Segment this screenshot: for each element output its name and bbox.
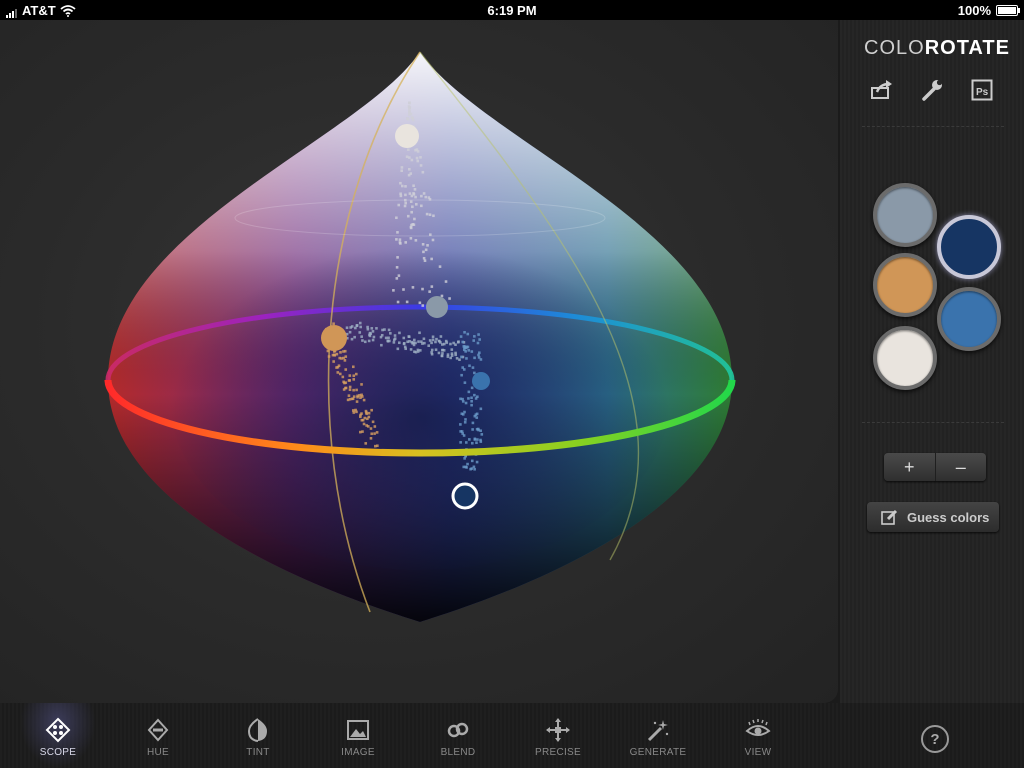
- color-space-canvas[interactable]: [0, 20, 838, 703]
- tab-blend[interactable]: BLEND: [420, 703, 496, 768]
- tab-view[interactable]: VIEW: [720, 703, 796, 768]
- add-remove-group: + –: [884, 453, 986, 481]
- tab-label: BLEND: [440, 747, 476, 758]
- bottom-toolbar: SCOPE HUE TINT IMAGE BLEND PRECISE GENERATE VIE…: [0, 703, 1024, 768]
- tint-icon: [247, 718, 267, 742]
- status-bar: AT&T 6:19 PM 100%: [0, 0, 1024, 20]
- color-solid[interactable]: [0, 20, 838, 703]
- photoshop-export-icon[interactable]: Ps: [970, 78, 994, 102]
- tab-image[interactable]: IMAGE: [320, 703, 396, 768]
- view-icon: [745, 719, 771, 736]
- swatch-off-white[interactable]: [873, 326, 937, 390]
- scope-icon: [45, 717, 71, 743]
- divider: [862, 126, 1004, 127]
- tab-precise[interactable]: PRECISE: [520, 703, 596, 768]
- generate-icon: [647, 720, 669, 742]
- remove-color-button[interactable]: –: [934, 453, 986, 481]
- tab-label: SCOPE: [39, 747, 77, 758]
- precise-icon: [546, 718, 570, 742]
- guess-colors-label: Guess colors: [907, 509, 990, 525]
- swatch-tan-orange[interactable]: [873, 253, 937, 317]
- marker-navy[interactable]: [451, 482, 479, 510]
- marker-slate-gray[interactable]: [426, 296, 448, 318]
- swatch-navy[interactable]: [937, 215, 1001, 279]
- add-color-button[interactable]: +: [884, 453, 935, 481]
- svg-text:Ps: Ps: [976, 87, 989, 98]
- tab-generate[interactable]: GENERATE: [620, 703, 696, 768]
- wrench-icon[interactable]: [920, 78, 944, 102]
- edit-icon: [881, 509, 898, 525]
- tab-tint[interactable]: TINT: [220, 703, 296, 768]
- tab-label: GENERATE: [629, 747, 687, 758]
- battery-icon: [996, 5, 1020, 16]
- clock: 6:19 PM: [487, 3, 537, 18]
- image-icon: [347, 720, 369, 740]
- battery-label: 100%: [957, 3, 991, 18]
- divider: [862, 422, 1004, 423]
- tab-label: IMAGE: [341, 747, 375, 758]
- app-logo: COLOROTATE: [864, 37, 1010, 59]
- hue-icon: [147, 718, 169, 742]
- marker-steel-blue[interactable]: [472, 372, 490, 390]
- blend-icon: [447, 722, 469, 738]
- marker-off-white[interactable]: [395, 124, 419, 148]
- sidebar: COLOROTATE Ps + – Guess colors: [840, 20, 1024, 703]
- tab-scope[interactable]: SCOPE: [20, 703, 96, 768]
- tab-hue[interactable]: HUE: [120, 703, 196, 768]
- share-icon[interactable]: [870, 78, 894, 102]
- guess-colors-button[interactable]: Guess colors: [867, 502, 999, 532]
- tab-label: PRECISE: [534, 747, 581, 758]
- swatch-steel-blue[interactable]: [937, 287, 1001, 351]
- tab-label: VIEW: [744, 747, 772, 758]
- tab-label: TINT: [246, 747, 270, 758]
- marker-tan-orange[interactable]: [321, 325, 347, 351]
- help-button[interactable]: ?: [921, 725, 949, 753]
- swatch-slate-gray[interactable]: [873, 183, 937, 247]
- tab-label: HUE: [146, 747, 169, 758]
